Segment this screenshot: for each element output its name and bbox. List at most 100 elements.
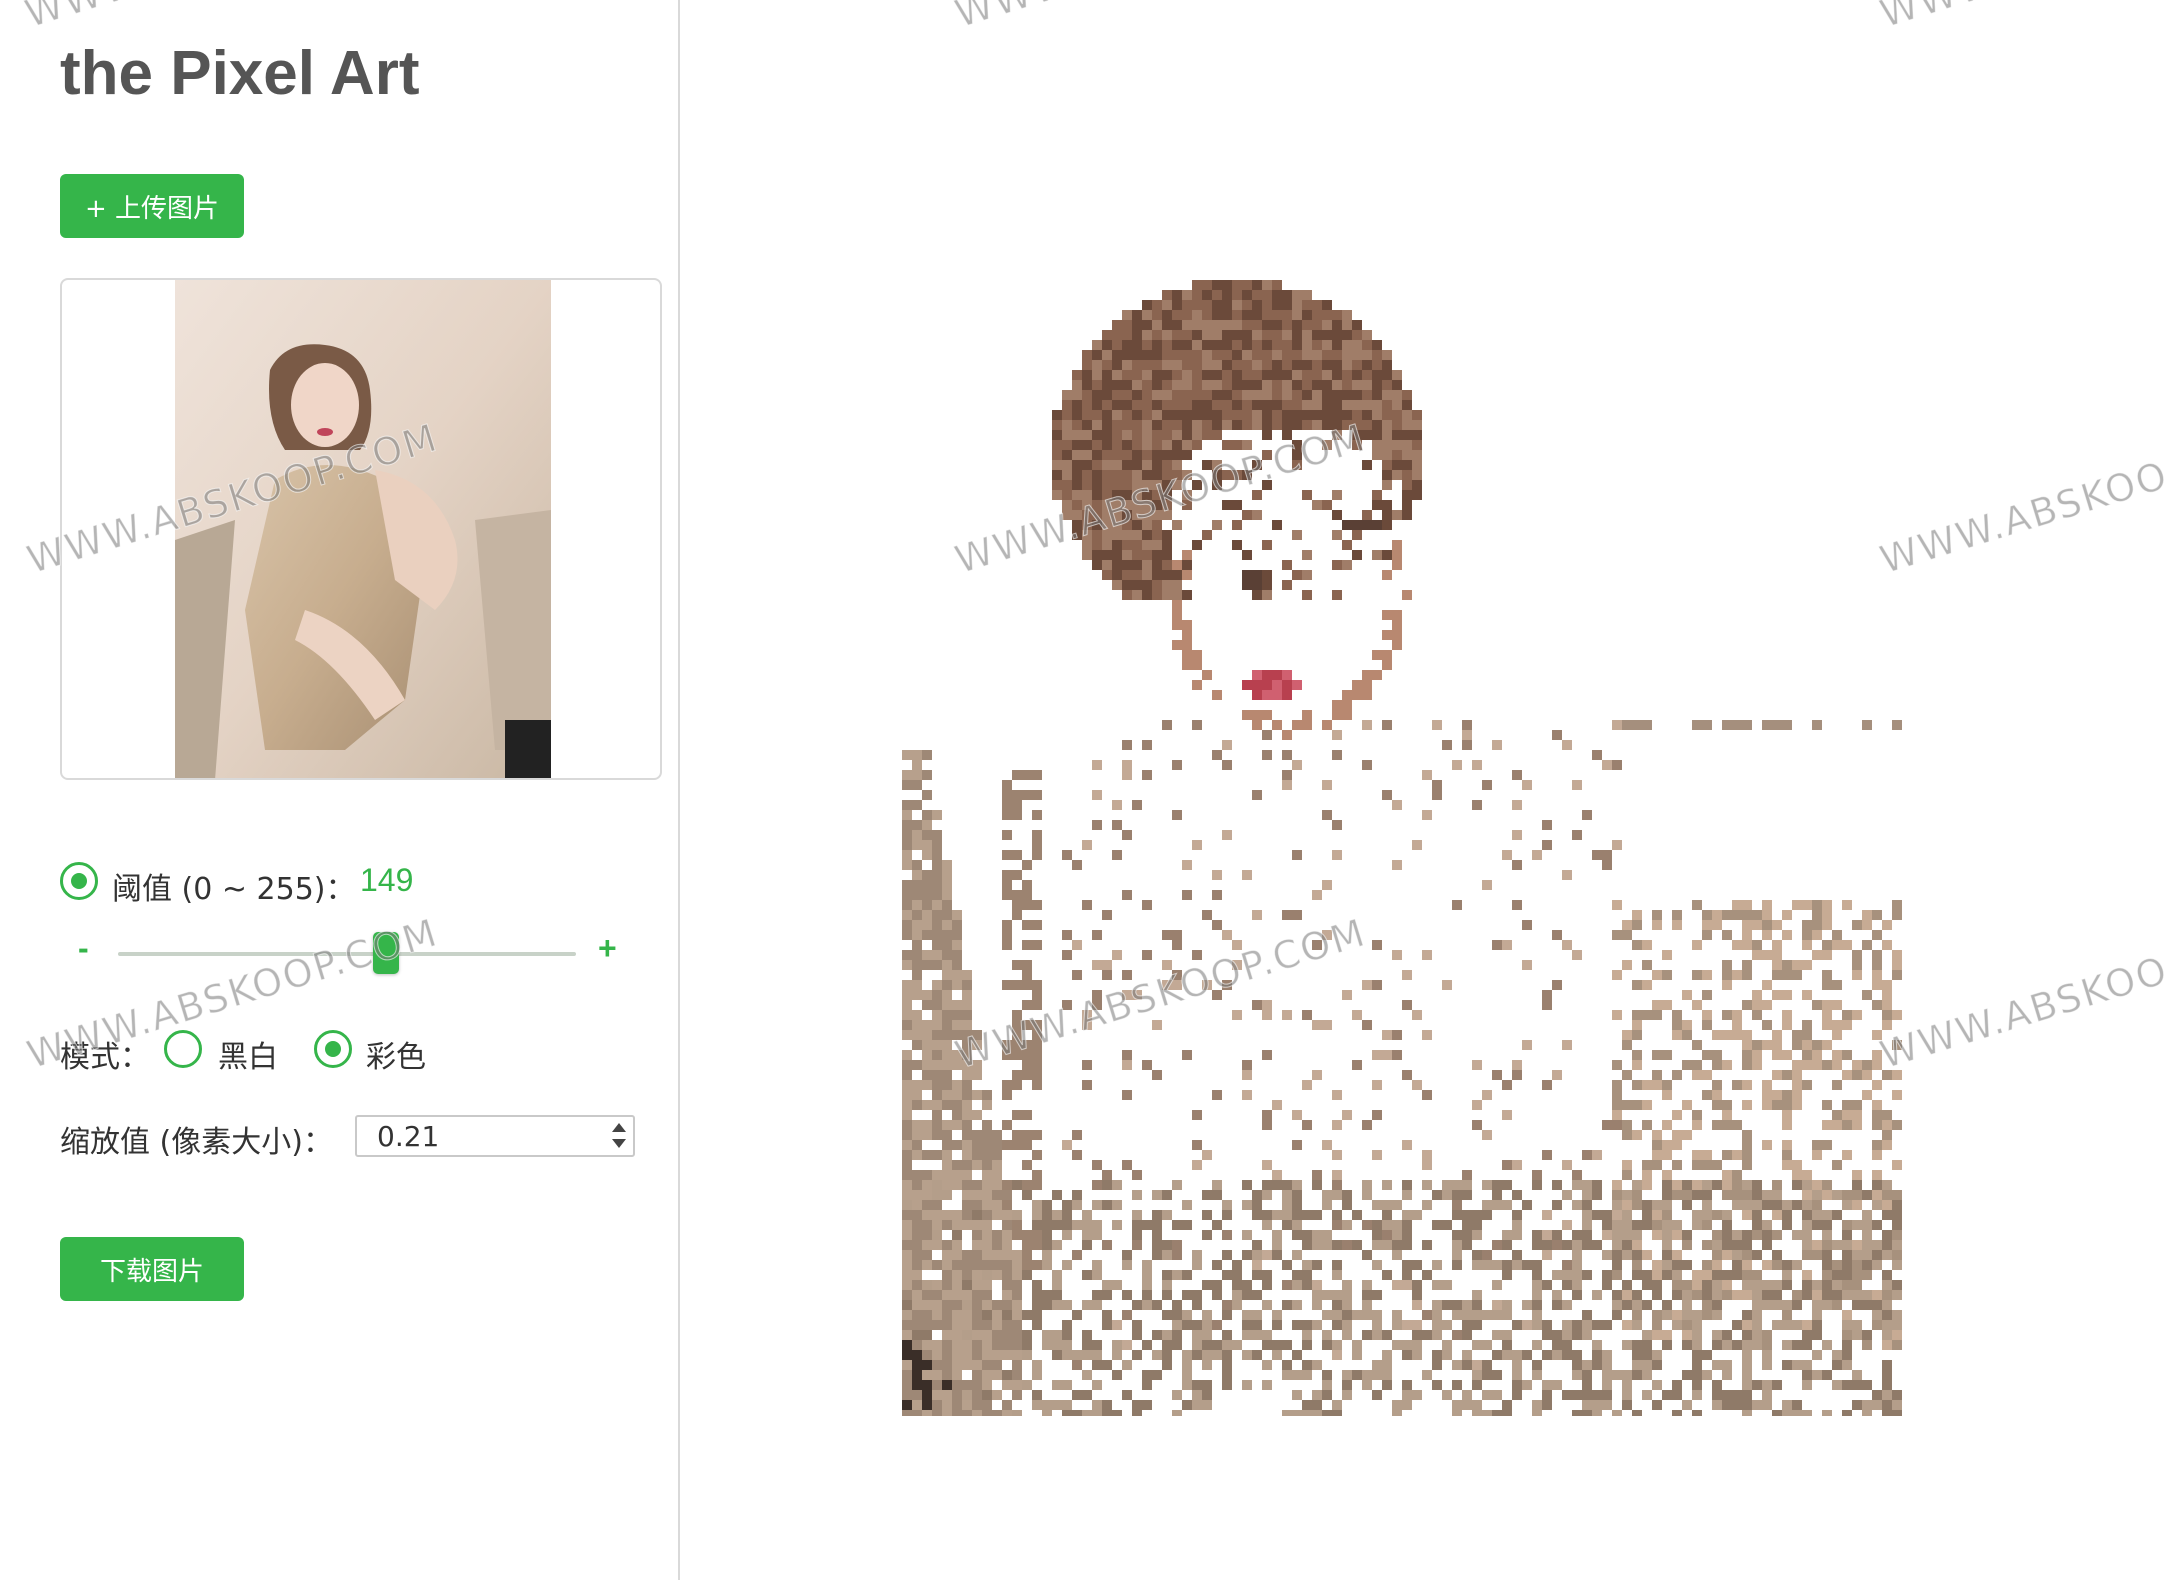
- pixel: [1372, 420, 1382, 430]
- pixel: [1042, 1300, 1052, 1310]
- pixel: [1632, 1290, 1642, 1300]
- pixel: [912, 1400, 922, 1410]
- pixel: [1292, 380, 1302, 390]
- scale-input[interactable]: [367, 1119, 607, 1153]
- pixel: [1862, 1060, 1872, 1070]
- pixel: [902, 1310, 912, 1320]
- pixel: [1612, 1240, 1622, 1250]
- pixel: [1002, 890, 1012, 900]
- pixel: [1892, 1220, 1902, 1230]
- threshold-radio[interactable]: [60, 862, 98, 900]
- spin-up-icon[interactable]: [612, 1123, 626, 1132]
- mode-radio-color[interactable]: [314, 1030, 352, 1068]
- pixel: [1352, 320, 1362, 330]
- pixel: [1882, 1400, 1892, 1410]
- pixel: [1332, 1410, 1342, 1416]
- pixel: [972, 1230, 982, 1240]
- pixel: [1742, 1190, 1752, 1200]
- pixel: [1822, 1010, 1832, 1020]
- pixel: [922, 1360, 932, 1370]
- pixel: [1562, 740, 1572, 750]
- pixel: [902, 880, 912, 890]
- pixel: [1672, 1250, 1682, 1260]
- pixel: [1252, 370, 1262, 380]
- pixel: [1662, 1240, 1672, 1250]
- pixel: [1072, 1200, 1082, 1210]
- pixel: [1762, 1020, 1772, 1030]
- pixel: [1622, 1280, 1632, 1290]
- pixel: [982, 1200, 992, 1210]
- pixel: [912, 840, 922, 850]
- mode-option-bw-label[interactable]: 黑白: [218, 1032, 278, 1076]
- pixel: [1112, 510, 1122, 520]
- pixel: [1142, 1220, 1152, 1230]
- pixel: [962, 1130, 972, 1140]
- pixel: [1072, 370, 1082, 380]
- pixel: [1652, 970, 1662, 980]
- pixel: [1452, 1400, 1462, 1410]
- pixel: [1742, 910, 1752, 920]
- pixel: [1492, 1200, 1502, 1210]
- pixel: [1822, 1300, 1832, 1310]
- pixel: [1572, 1280, 1582, 1290]
- pixel: [1242, 1090, 1252, 1100]
- pixel: [1152, 440, 1162, 450]
- scale-number-field[interactable]: [355, 1115, 635, 1157]
- pixel: [1342, 520, 1352, 530]
- pixel: [992, 1240, 1002, 1250]
- pixel: [1082, 1300, 1092, 1310]
- pixel: [1612, 1090, 1622, 1100]
- pixel: [1062, 850, 1072, 860]
- pixel: [1092, 1180, 1102, 1190]
- pixel: [1292, 1320, 1302, 1330]
- pixel: [1762, 1380, 1772, 1390]
- spin-down-icon[interactable]: [612, 1139, 626, 1148]
- pixel: [1442, 1300, 1452, 1310]
- pixel: [1692, 1320, 1702, 1330]
- pixel: [1122, 410, 1132, 420]
- pixel: [1012, 1110, 1022, 1120]
- pixel: [1172, 480, 1182, 490]
- pixel: [1332, 350, 1342, 360]
- pixel: [1302, 410, 1312, 420]
- mode-radio-bw[interactable]: [164, 1030, 202, 1068]
- threshold-decrease[interactable]: -: [78, 930, 89, 967]
- threshold-slider-handle[interactable]: [372, 932, 399, 974]
- pixel: [942, 880, 952, 890]
- pixel: [1162, 370, 1172, 380]
- pixel: [1082, 1010, 1092, 1020]
- upload-image-button[interactable]: + 上传图片: [60, 174, 244, 238]
- pixel: [962, 1220, 972, 1230]
- download-image-button[interactable]: 下载图片: [60, 1237, 244, 1301]
- pixel: [1792, 1170, 1802, 1180]
- pixel: [1822, 1230, 1832, 1240]
- pixel: [1412, 1390, 1422, 1400]
- pixel: [1262, 400, 1272, 410]
- pixel: [1332, 390, 1342, 400]
- pixel: [1292, 300, 1302, 310]
- pixel: [932, 1090, 942, 1100]
- pixel: [1122, 990, 1132, 1000]
- pixel: [1712, 1360, 1722, 1370]
- pixel: [912, 1240, 922, 1250]
- pixel: [1582, 1410, 1592, 1416]
- pixel: [912, 1230, 922, 1240]
- threshold-increase[interactable]: +: [598, 930, 617, 967]
- pixel: [1252, 1190, 1262, 1200]
- pixel: [1312, 420, 1322, 430]
- pixel: [1082, 500, 1092, 510]
- mode-option-color-label[interactable]: 彩色: [366, 1032, 426, 1076]
- pixel: [1272, 370, 1282, 380]
- pixel: [1332, 1150, 1342, 1160]
- pixel: [942, 910, 952, 920]
- spinner-arrows-icon[interactable]: [607, 1120, 629, 1152]
- pixel: [902, 950, 912, 960]
- pixel: [1282, 1260, 1292, 1270]
- pixel: [1362, 350, 1372, 360]
- threshold-slider-track[interactable]: [118, 952, 576, 956]
- pixel: [1012, 1300, 1022, 1310]
- pixel: [1462, 1350, 1472, 1360]
- pixel: [1212, 310, 1222, 320]
- pixel: [1482, 1370, 1492, 1380]
- pixel: [1282, 300, 1292, 310]
